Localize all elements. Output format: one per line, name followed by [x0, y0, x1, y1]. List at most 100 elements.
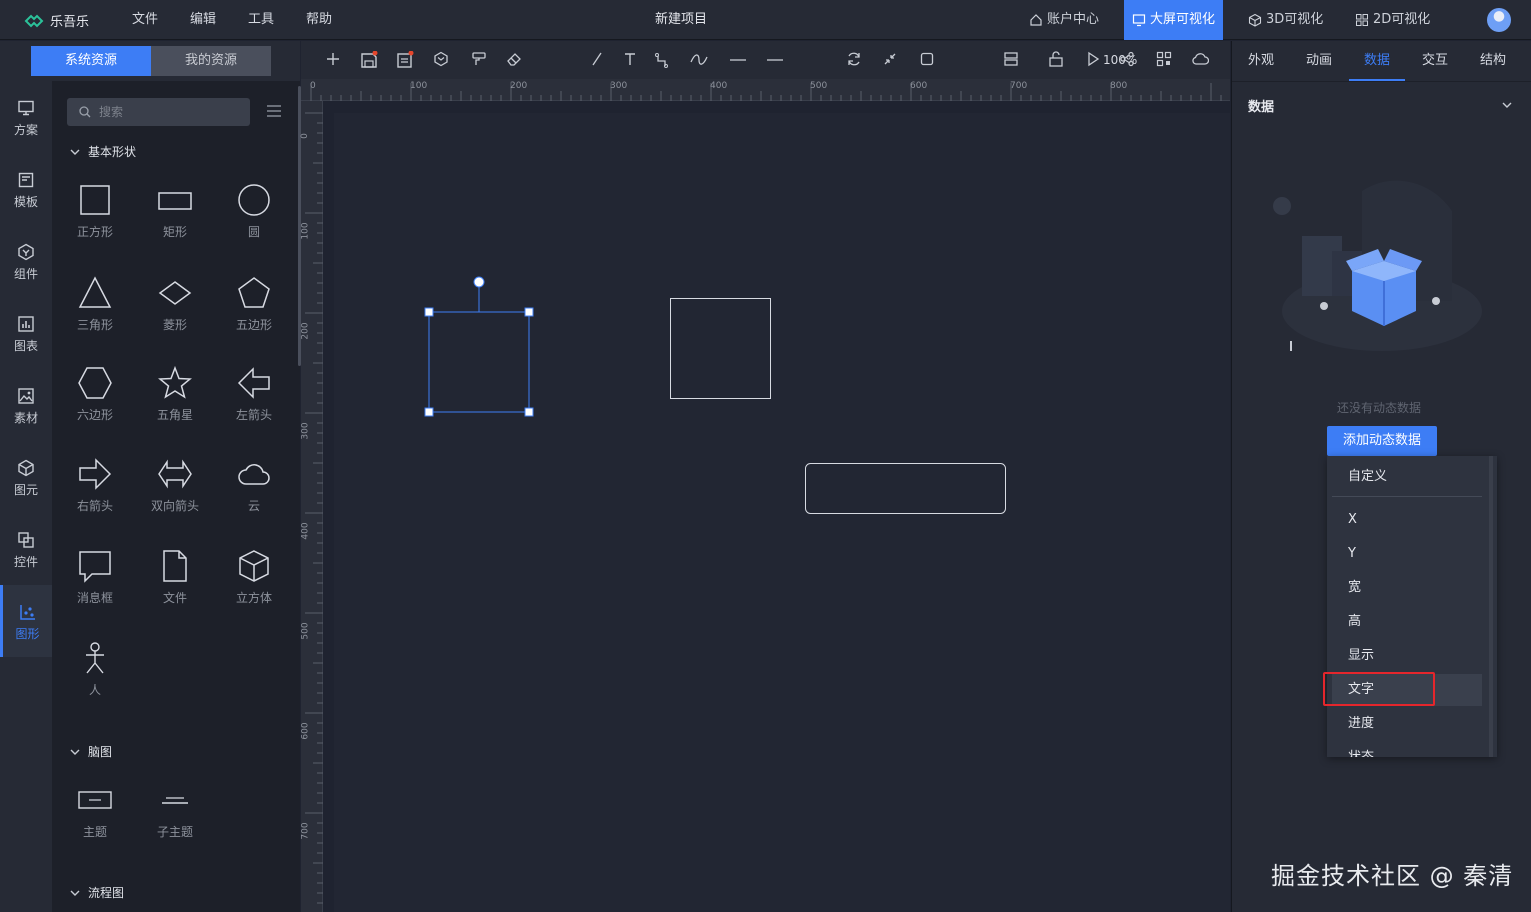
add-dynamic-data-button[interactable]: 添加动态数据 — [1327, 426, 1437, 456]
ruler-label: 500 — [300, 622, 311, 640]
shape-triangle[interactable]: 三角形 — [60, 276, 130, 356]
shape-double-arrow[interactable]: 双向箭头 — [140, 457, 210, 537]
dropdown-item-height[interactable]: 高 — [1332, 606, 1482, 638]
watermark: 掘金技术社区 @ 秦清 — [1271, 862, 1514, 890]
dropdown-scrollbar[interactable] — [1489, 456, 1493, 757]
right-arrow-icon — [79, 458, 112, 490]
line-arrow-icon[interactable] — [766, 51, 784, 69]
menu-edit[interactable]: 编辑 — [190, 0, 216, 40]
square-icon — [80, 185, 110, 215]
lock-icon[interactable] — [1048, 51, 1064, 67]
shape-subtopic[interactable]: 子主题 — [140, 783, 210, 863]
save-icon[interactable] — [360, 51, 378, 69]
curve-icon[interactable] — [690, 51, 708, 69]
dropdown-item-y[interactable]: Y — [1332, 538, 1482, 570]
tab-interaction[interactable]: 交互 — [1422, 41, 1448, 81]
layers-icon[interactable] — [1003, 51, 1019, 67]
shape-file[interactable]: 文件 — [140, 549, 210, 629]
shape-left-arrow[interactable]: 左箭头 — [219, 366, 289, 446]
ruler-label: 300 — [610, 81, 628, 91]
shape-topic[interactable]: 主题 — [60, 783, 130, 863]
data-section-title: 数据 — [1248, 100, 1275, 115]
shape-cube[interactable]: 立方体 — [219, 549, 289, 629]
template-icon — [18, 172, 34, 188]
dropdown-item-progress[interactable]: 进度 — [1332, 708, 1482, 740]
cube-icon — [18, 459, 34, 477]
list-icon[interactable] — [266, 105, 282, 117]
nav-3d[interactable]: 3D可视化 — [1248, 0, 1323, 40]
dropdown-item-status[interactable]: 状态 — [1332, 742, 1482, 757]
app-logo[interactable]: 乐吾乐 — [24, 11, 89, 30]
menu-help[interactable]: 帮助 — [306, 0, 332, 40]
search-input[interactable]: 搜索 — [67, 98, 250, 126]
shape-rectangle[interactable]: 矩形 — [140, 183, 210, 263]
share-icon[interactable] — [1119, 51, 1135, 67]
user-avatar[interactable] — [1487, 8, 1511, 32]
qrcode-icon[interactable] — [1156, 51, 1172, 67]
line-style-icon[interactable] — [729, 51, 747, 69]
refresh-icon[interactable] — [846, 51, 862, 67]
shape-circle[interactable]: 圆 — [219, 183, 289, 263]
side-nav-control[interactable]: 控件 — [0, 513, 52, 585]
section-flowchart[interactable]: 流程图 — [70, 884, 124, 901]
side-nav-element[interactable]: 图元 — [0, 441, 52, 513]
line-icon[interactable] — [589, 51, 605, 67]
cloud-icon[interactable] — [1191, 51, 1209, 67]
menu-tools[interactable]: 工具 — [248, 0, 274, 40]
component-icon[interactable] — [433, 51, 449, 67]
add-icon[interactable] — [325, 51, 341, 67]
resource-tabs: 系统资源 我的资源 — [0, 41, 300, 81]
side-nav-component[interactable]: 组件 — [0, 225, 52, 297]
shape-panel: 搜索 基本形状 正方形 矩形 圆 三角形 菱形 五边形 六边形 五角星 左箭头 … — [52, 81, 300, 912]
left-arrow-icon — [237, 367, 270, 399]
side-nav-shape[interactable]: 图形 — [0, 585, 52, 657]
editor-toolbar: 100% — [301, 41, 1230, 79]
artboard[interactable] — [334, 113, 1230, 912]
tab-structure[interactable]: 结构 — [1480, 41, 1506, 81]
ruler-label: 600 — [910, 81, 928, 91]
dropdown-item-x[interactable]: X — [1332, 504, 1482, 536]
star-icon — [158, 366, 192, 399]
highlight-box — [1323, 672, 1435, 706]
section-mind-map[interactable]: 脑图 — [70, 743, 112, 760]
project-title[interactable]: 新建项目 — [655, 0, 707, 40]
shape-pentagon[interactable]: 五边形 — [219, 276, 289, 356]
text-icon[interactable] — [622, 51, 638, 67]
side-nav-material[interactable]: 素材 — [0, 369, 52, 441]
nav-account[interactable]: 账户中心 — [1029, 0, 1099, 40]
tab-animation[interactable]: 动画 — [1306, 41, 1332, 81]
shape-hexagon[interactable]: 六边形 — [60, 366, 130, 446]
tab-system-resources[interactable]: 系统资源 — [31, 46, 151, 76]
shape-square[interactable]: 正方形 — [60, 183, 130, 263]
tab-divider — [1232, 81, 1531, 82]
nav-bigscreen[interactable]: 大屏可视化 — [1124, 0, 1224, 40]
polyline-icon[interactable] — [653, 51, 671, 69]
play-icon[interactable] — [1086, 51, 1100, 67]
shape-message-box[interactable]: 消息框 — [60, 549, 130, 629]
eraser-icon[interactable] — [506, 51, 522, 67]
shape-right-arrow[interactable]: 右箭头 — [60, 457, 130, 537]
empty-data-illustration — [1273, 180, 1482, 351]
shape-diamond[interactable]: 菱形 — [140, 276, 210, 356]
nav-2d[interactable]: 2D可视化 — [1355, 0, 1430, 40]
rect-select-icon[interactable] — [919, 51, 935, 67]
tab-appearance[interactable]: 外观 — [1248, 41, 1274, 81]
file-save-as-icon[interactable] — [396, 51, 414, 69]
tab-my-resources[interactable]: 我的资源 — [151, 46, 271, 76]
tab-data[interactable]: 数据 — [1349, 41, 1406, 81]
side-nav-chart[interactable]: 图表 — [0, 297, 52, 369]
search-placeholder: 搜索 — [99, 105, 124, 119]
shrink-icon[interactable] — [882, 51, 898, 67]
chevron-down-icon[interactable] — [1502, 101, 1512, 109]
menu-file[interactable]: 文件 — [132, 0, 158, 40]
shape-person[interactable]: 人 — [60, 641, 130, 721]
format-painter-icon[interactable] — [471, 51, 487, 67]
shape-star[interactable]: 五角星 — [140, 366, 210, 446]
dropdown-item-custom[interactable]: 自定义 — [1332, 461, 1482, 493]
section-basic-shapes[interactable]: 基本形状 — [70, 143, 136, 160]
shape-cloud[interactable]: 云 — [219, 457, 289, 537]
dropdown-item-visible[interactable]: 显示 — [1332, 640, 1482, 672]
dropdown-item-width[interactable]: 宽 — [1332, 572, 1482, 604]
side-nav-plan[interactable]: 方案 — [0, 81, 52, 153]
side-nav-template[interactable]: 模板 — [0, 153, 52, 225]
